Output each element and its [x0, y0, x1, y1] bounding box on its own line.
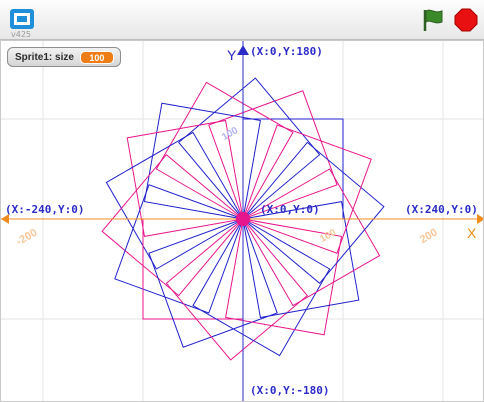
tick-label-right-small: 100 — [318, 227, 338, 245]
scratch-player: v425 Y X (X:0,Y:180) (X:0,Y:-180) (X:-24… — [0, 0, 484, 402]
pattern-square — [165, 218, 309, 361]
x-axis-letter: X — [467, 225, 477, 241]
tick-label-up: 100 — [220, 125, 240, 143]
pattern-square — [155, 81, 294, 220]
green-flag-icon[interactable] — [420, 7, 446, 33]
stage-canvas: Y X (X:0,Y:180) (X:0,Y:-180) (X:-240,Y:0… — [1, 41, 483, 401]
coord-top: (X:0,Y:180) — [250, 45, 323, 58]
pattern-square — [105, 131, 244, 270]
pattern-square — [242, 168, 381, 307]
y-axis-letter: Y — [227, 47, 237, 63]
tick-label-right: 200 — [418, 226, 440, 246]
pattern-square — [208, 90, 338, 220]
pattern-square — [101, 153, 244, 297]
x-axis-arrow-right — [477, 214, 483, 224]
pattern-square — [148, 218, 278, 348]
stop-sign-icon[interactable] — [454, 8, 478, 32]
coord-center: (X:0,Y:0) — [260, 203, 320, 216]
version-label: v425 — [11, 30, 32, 39]
tick-label-left: -200 — [14, 227, 39, 248]
y-axis-arrow — [237, 45, 249, 55]
coord-right: (X:240,Y:0) — [405, 203, 478, 216]
pattern-square — [114, 184, 244, 314]
monitor-value: 100 — [79, 50, 114, 64]
coord-left: (X:-240,Y:0) — [5, 203, 84, 216]
stage[interactable]: Y X (X:0,Y:180) (X:0,Y:-180) (X:-240,Y:0… — [0, 40, 484, 402]
pattern-square — [177, 77, 321, 220]
pattern-square — [242, 124, 372, 254]
pattern-square — [192, 218, 331, 357]
size-monitor[interactable]: Sprite1: size 100 — [7, 47, 121, 67]
coord-bottom: (X:0,Y:-180) — [250, 384, 329, 397]
center-dot — [236, 212, 250, 226]
fullscreen-icon[interactable] — [8, 7, 36, 31]
player-titlebar: v425 — [0, 0, 484, 40]
monitor-label: Sprite1: size — [15, 51, 74, 63]
